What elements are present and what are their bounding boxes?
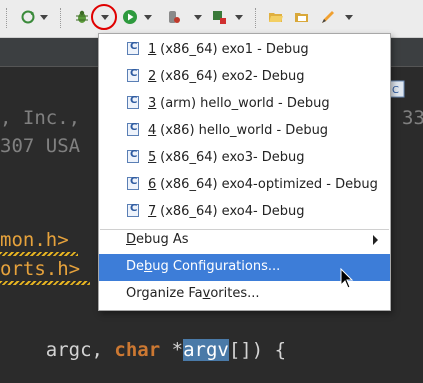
code-line: , Inc., <box>0 107 81 129</box>
code-token: argc, <box>45 339 115 361</box>
debug-icon[interactable] <box>74 9 90 25</box>
menu-item-label: (x86_64) exo4- Debug <box>156 204 305 219</box>
terminate-icon[interactable] <box>211 9 227 25</box>
recent-launch-item[interactable]: C 2 (x86_64) exo2- Debug <box>99 64 390 91</box>
code-keyword: char <box>114 339 161 361</box>
menu-item-label: (x86_64) exo1 - Debug <box>156 42 309 57</box>
warning-squiggle <box>0 252 78 256</box>
c-application-icon: C <box>127 122 139 136</box>
external-tools-icon[interactable] <box>166 9 182 25</box>
mouse-cursor-icon <box>340 268 354 289</box>
debug-as-menu-item[interactable]: Debug As <box>99 227 390 254</box>
pencil-icon[interactable] <box>320 9 336 25</box>
warning-squiggle <box>0 281 90 285</box>
pencil-dropdown-icon[interactable] <box>345 15 353 20</box>
code-token: * <box>160 339 184 361</box>
menu-item-label: (x86_64) exo4-optimized - Debug <box>156 177 378 192</box>
code-highlighted-variable: argv <box>183 339 229 361</box>
recent-launch-item[interactable]: C 4 (x86) hello_world - Debug <box>99 118 390 145</box>
run-icon[interactable] <box>122 9 138 25</box>
toolbar-separator <box>60 8 62 28</box>
recent-launch-item[interactable]: C 3 (arm) hello_world - Debug <box>99 91 390 118</box>
menu-mnemonic: D <box>126 232 137 247</box>
code-line-signature: argc, char *argv[]) { <box>0 317 286 383</box>
code-line: orts.h> <box>0 258 81 280</box>
recent-launch-item[interactable]: C 6 (x86_64) exo4-optimized - Debug <box>99 172 390 199</box>
svg-text:C: C <box>392 85 399 96</box>
submenu-arrow-icon <box>373 235 378 245</box>
toolbar-separator <box>6 8 8 28</box>
menu-item-label: (arm) hello_world - Debug <box>156 96 330 111</box>
terminate-dropdown-icon[interactable] <box>235 15 243 20</box>
code-token: []) { <box>228 339 287 361</box>
c-application-icon: C <box>127 149 139 163</box>
menu-item-label: ug Configurations... <box>152 259 281 274</box>
menu-item-label: (x86_64) exo2- Debug <box>156 69 305 84</box>
menu-item-label: Organize Fa <box>126 286 203 301</box>
menu-item-label: (x86) hello_world - Debug <box>156 123 329 138</box>
recent-launch-item[interactable]: C 7 (x86_64) exo4- Debug <box>99 199 390 226</box>
refresh-dropdown-icon[interactable] <box>40 15 48 20</box>
c-application-icon: C <box>127 95 139 109</box>
menu-item-label: De <box>126 259 145 274</box>
highlight-circle <box>91 4 117 30</box>
code-line: mon.h> <box>0 229 69 251</box>
run-dropdown-icon[interactable] <box>144 15 152 20</box>
code-line-number: 33 <box>402 107 423 129</box>
open-file-icon[interactable] <box>294 9 310 25</box>
c-application-icon: C <box>127 41 139 55</box>
c-application-icon: C <box>127 68 139 82</box>
recent-launch-item[interactable]: C 5 (x86_64) exo3- Debug <box>99 145 390 172</box>
c-application-icon: C <box>127 176 139 190</box>
open-folder-icon[interactable] <box>268 9 284 25</box>
recent-launch-item[interactable]: C 1 (x86_64) exo1 - Debug <box>99 37 390 64</box>
menu-item-label: (x86_64) exo3- Debug <box>156 150 305 165</box>
menu-item-label: orites... <box>210 286 260 301</box>
refresh-icon[interactable] <box>20 9 36 25</box>
menu-item-label: ebug As <box>136 232 189 247</box>
external-tools-dropdown-icon[interactable] <box>194 15 202 20</box>
c-application-icon: C <box>127 203 139 217</box>
code-line: 307 USA <box>0 135 81 157</box>
toolbar-separator <box>255 8 257 28</box>
